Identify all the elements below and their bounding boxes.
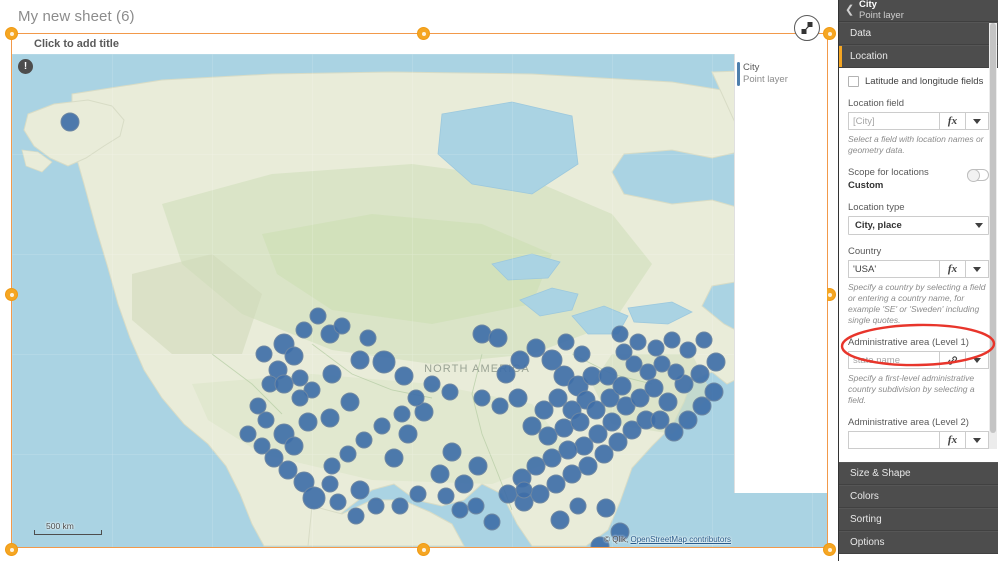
accordion-colors-label: Colors <box>850 491 879 502</box>
panel-header: ❮ City Point layer <box>839 0 998 22</box>
panel-header-title: City <box>859 0 877 10</box>
country-field-row: 'USA' fx <box>848 260 989 278</box>
link-icon[interactable] <box>939 351 965 369</box>
properties-panel: ❮ City Point layer Data Location Latitud… <box>838 0 998 561</box>
accordion-size-shape[interactable]: Size & Shape <box>839 462 998 485</box>
accordion-colors[interactable]: Colors <box>839 485 998 508</box>
attribution-link[interactable]: OpenStreetMap contributors <box>631 535 732 544</box>
scope-for-locations-row: Scope for locations Custom <box>848 167 989 191</box>
formula-icon[interactable]: fx <box>939 260 965 278</box>
panel-scrollbar[interactable] <box>989 23 997 449</box>
latlong-checkbox-row[interactable]: Latitude and longitude fields <box>848 76 989 87</box>
location-type-select[interactable]: City, place <box>848 216 989 235</box>
location-field-input[interactable]: [City] <box>848 112 939 130</box>
accordion-location[interactable]: Location <box>839 45 998 68</box>
scope-value: Custom <box>848 180 884 191</box>
accordion-sorting[interactable]: Sorting <box>839 508 998 531</box>
country-label: Country <box>848 246 882 257</box>
qlik-sense-editor: My new sheet (6) Click to add title NORT… <box>0 0 998 561</box>
attribution-copyright: © Qlik, <box>604 535 629 544</box>
location-section-body: Latitude and longitude fields Location f… <box>839 68 998 462</box>
chevron-down-icon[interactable] <box>965 351 989 369</box>
scalebar-line <box>34 530 102 535</box>
scope-label: Scope for locations <box>848 167 929 178</box>
chevron-down-icon[interactable] <box>965 260 989 278</box>
info-glyph: ! <box>23 60 28 72</box>
accordion-data[interactable]: Data <box>839 22 998 45</box>
info-icon[interactable]: ! <box>18 59 33 74</box>
accordion-data-label: Data <box>850 28 872 39</box>
sheet-area: My new sheet (6) Click to add title NORT… <box>0 0 838 561</box>
map-scalebar: 500 km <box>34 521 102 535</box>
chevron-down-icon[interactable] <box>965 431 989 449</box>
accordion-sorting-label: Sorting <box>850 514 882 525</box>
latlong-checkbox-label: Latitude and longitude fields <box>865 76 984 87</box>
map-canvas[interactable]: NORTH AMERICA <box>12 54 827 547</box>
country-hint: Specify a country by selecting a field o… <box>848 282 986 325</box>
legend-title: City <box>743 62 760 73</box>
chevron-left-icon[interactable]: ❮ <box>845 5 857 16</box>
object-titlebar: Click to add title <box>12 34 827 54</box>
map-legend: City Point layer <box>734 54 827 493</box>
admin2-field-row: fx <box>848 431 989 449</box>
admin1-label: Administrative area (Level 1) <box>848 337 969 348</box>
object-title-placeholder[interactable]: Click to add title <box>12 38 119 50</box>
location-field-label: Location field <box>848 98 904 109</box>
expand-icon[interactable] <box>794 15 820 41</box>
delete-layer-zone: Delete layer <box>839 554 998 561</box>
panel-scrollbar-thumb[interactable] <box>990 23 996 433</box>
country-input[interactable]: 'USA' <box>848 260 939 278</box>
admin2-label: Administrative area (Level 2) <box>848 417 969 428</box>
legend-subtitle: Point layer <box>743 74 788 85</box>
admin1-hint: Specify a first-level administrative cou… <box>848 373 975 405</box>
map-chart[interactable]: NORTH AMERICA ! City Point layer 500 km … <box>12 54 827 547</box>
location-field-hint: Select a field with location names or ge… <box>848 134 984 155</box>
accordion-options[interactable]: Options <box>839 531 998 554</box>
formula-icon[interactable]: fx <box>939 431 965 449</box>
location-field-row: [City] fx <box>848 112 989 130</box>
latlong-checkbox[interactable] <box>848 76 859 87</box>
admin1-field-row: state name <box>848 351 989 369</box>
legend-swatch <box>737 62 740 86</box>
sheet-title[interactable]: My new sheet (6) <box>18 8 135 25</box>
accordion-location-label: Location <box>850 51 888 62</box>
chevron-down-icon[interactable] <box>965 112 989 130</box>
location-type-label: Location type <box>848 202 905 213</box>
scope-toggle[interactable] <box>967 169 989 182</box>
chevron-down-icon <box>975 223 983 228</box>
admin2-input[interactable] <box>848 431 939 449</box>
admin1-input[interactable]: state name <box>848 351 939 369</box>
formula-icon[interactable]: fx <box>939 112 965 130</box>
accordion-options-label: Options <box>850 537 885 548</box>
location-type-value: City, place <box>855 220 902 231</box>
map-attribution: © Qlik, OpenStreetMap contributors <box>604 535 731 544</box>
panel-header-subtitle: Point layer <box>859 10 904 21</box>
accordion-size-shape-label: Size & Shape <box>850 468 911 479</box>
